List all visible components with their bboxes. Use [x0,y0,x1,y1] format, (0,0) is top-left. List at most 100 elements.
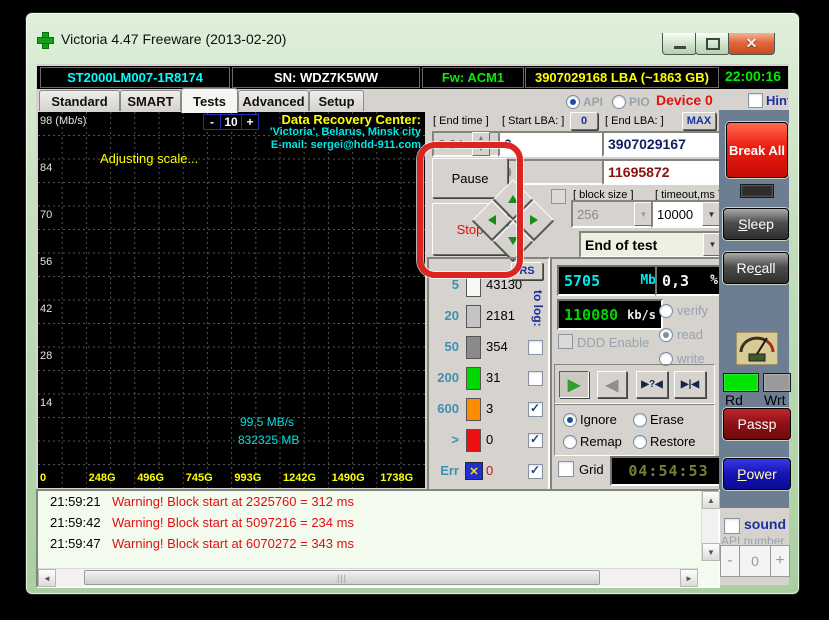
tab-setup[interactable]: Setup [309,90,364,111]
restore-radio[interactable] [633,435,647,449]
latency-count->: 0 [486,432,493,447]
close-button[interactable]: ✕ [728,33,775,55]
current-speed-text: 99,5 MB/s [240,415,294,429]
scale-plus-button[interactable]: + [242,115,258,129]
end-action-combo[interactable]: End of test [579,231,728,258]
info-box-3: 3907029168 LBA (~1863 GB) [525,67,719,88]
scroll-left-button[interactable]: ◄ [38,569,56,587]
info-box-2: Fw: ACM1 [422,67,524,88]
scan-end-button[interactable]: ▶|◀ [674,371,706,398]
log-panel[interactable]: ▲ ▼ ◄ ► ||| 21:59:21Warning! Block start… [36,489,720,588]
latency-block-50 [466,336,481,359]
highlight-annotation [417,142,523,278]
x-tick-496G: 496G [137,472,164,484]
max-lba-button[interactable]: MAX [682,112,716,130]
latency-log-checkbox->[interactable] [528,433,543,448]
block-size-value: 256 [577,207,599,222]
api-label: API [583,95,603,109]
pio-radio[interactable] [612,95,626,109]
recall-button[interactable]: Recall [723,252,789,284]
write-led-label: Wrt [764,392,786,408]
latency-log-checkbox-200[interactable] [528,371,543,386]
read-led [723,373,759,392]
timeout-combo[interactable]: 10000 [651,200,727,228]
latency-count-20: 2181 [486,308,515,323]
scan-question-button[interactable]: ▶?◀ [636,371,668,398]
graph-grid [38,112,425,488]
speed-value: 110080 [564,306,618,324]
stepper-value: 0 [740,546,770,576]
sound-checkbox[interactable] [724,518,740,534]
banner-title: Data Recovery Center: [270,113,421,126]
to-log-label: to log: [531,290,545,336]
scroll-right-button[interactable]: ► [680,569,698,587]
ignore-label: Ignore [580,412,617,427]
passp-button[interactable]: Passp [723,408,791,440]
stepper-plus-button[interactable]: + [770,546,789,576]
latency-block-> [466,429,481,452]
read-radio[interactable] [659,328,673,342]
erase-label: Erase [650,412,684,427]
scanned-mb-unit: Mb [640,273,656,288]
tab-advanced[interactable]: Advanced [238,90,309,111]
maximize-button[interactable] [695,33,730,55]
remap-radio[interactable] [563,435,577,449]
defect-action-box: IgnoreEraseRemapRestore [554,404,715,456]
graph-scale-control: - 10 + [203,114,259,130]
tab-tests[interactable]: Tests [181,88,238,113]
banner-city: 'Victoria', Belarus, Minsk city [270,126,421,139]
backward-scan-button[interactable]: ◀ [597,371,627,398]
block-size-checkbox[interactable] [551,189,566,204]
y-tick-56: 56 [40,256,52,268]
latency-log-checkbox-50[interactable] [528,340,543,355]
scale-minus-button[interactable]: - [204,115,221,129]
read-label: read [677,327,703,342]
y-tick-70: 70 [40,209,52,221]
latency-label-50: 50 [431,339,459,354]
end-time-label: [ End time ] [433,115,489,127]
app-icon-green-cross [36,31,53,48]
current-position-text: 832325 MB [238,433,299,447]
ddd-enable-checkbox[interactable] [558,334,573,349]
end-lba-input[interactable]: 3907029167 [602,131,726,157]
latency-log-checkbox-600[interactable] [528,402,543,417]
remap-label: Remap [580,434,622,449]
stepper-minus-button[interactable]: - [721,546,740,576]
erase-radio[interactable] [633,413,647,427]
info-box-1: SN: WDZ7K5WW [232,67,420,88]
sleep-label-post: leep [747,216,773,232]
x-tick-1242G: 1242G [283,472,316,484]
api-radio[interactable] [566,95,580,109]
device-indicator: Device 0 [656,92,713,108]
verify-radio[interactable] [659,304,673,318]
tab-standard[interactable]: Standard [39,90,120,111]
latency-count-50: 354 [486,339,508,354]
tab-smart[interactable]: SMART [120,90,181,111]
sound-label: sound [744,516,786,532]
percent-lcd: 0,3 % [655,265,725,296]
recall-label-u: c [754,260,761,276]
break-all-button[interactable]: Break All [726,122,788,178]
power-button[interactable]: Power [723,458,791,490]
x-tick-745G: 745G [186,472,213,484]
start-scan-button[interactable]: ▶ [559,371,589,398]
gauge-icon [736,332,778,365]
percent-value: 0,3 [662,272,689,290]
grid-checkbox[interactable] [558,461,574,477]
minimize-button[interactable] [662,33,697,55]
y-tick-42: 42 [40,303,52,315]
log-hscrollbar[interactable]: ◄ ► ||| [38,568,698,586]
hscroll-thumb[interactable]: ||| [84,570,600,585]
start-scan-button-icon: ▶ [568,375,580,395]
start-lba-zero-button[interactable]: 0 [570,112,598,130]
latency-log-checkbox-Err[interactable] [528,464,543,479]
latency-label-5: 5 [431,277,459,292]
sleep-button[interactable]: Sleep [723,208,789,240]
ignore-radio[interactable] [563,413,577,427]
hints-checkbox[interactable] [748,93,763,108]
backward-scan-button-icon: ◀ [606,375,618,395]
block-size-combo[interactable]: 256 [571,200,659,228]
banner-email: E-mail: sergei@hdd-911.com [270,139,421,152]
speed-lcd: 110080 kb/s [557,299,663,330]
x-tick-993G: 993G [234,472,261,484]
